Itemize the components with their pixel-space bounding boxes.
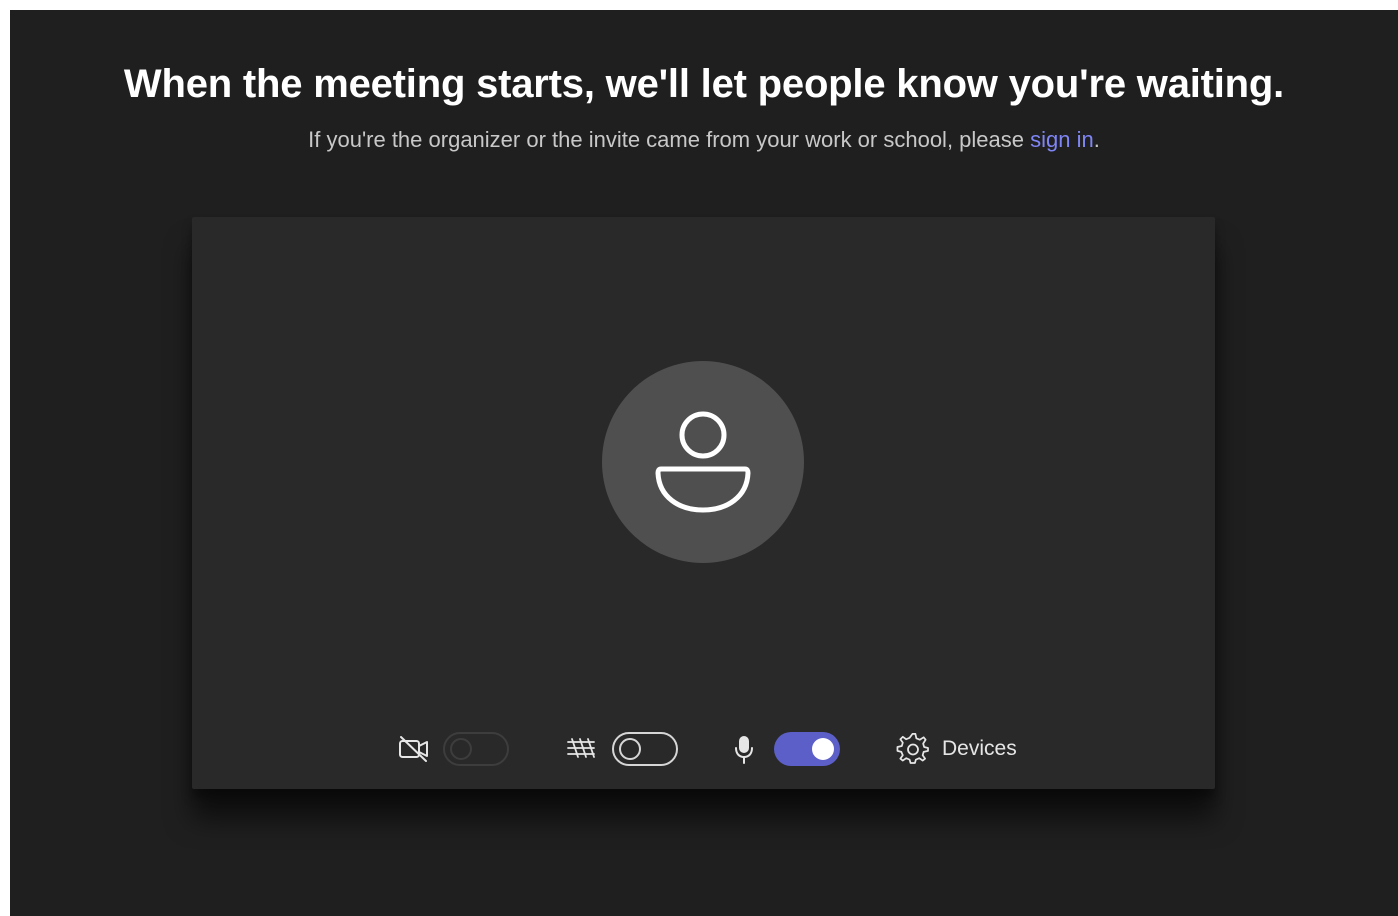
subtitle-period: . (1093, 127, 1100, 152)
microphone-toggle[interactable] (774, 732, 840, 766)
subtitle-text: If you're the organizer or the invite ca… (308, 127, 1031, 152)
background-effects-toggle[interactable] (612, 732, 678, 766)
microphone-toggle-knob (812, 738, 834, 760)
avatar (602, 361, 804, 563)
microphone-control (732, 730, 840, 768)
video-preview-card: Devices (192, 217, 1215, 789)
background-effects-toggle-knob (619, 738, 641, 760)
camera-toggle-knob (450, 738, 472, 760)
camera-toggle[interactable] (443, 732, 509, 766)
devices-button[interactable]: Devices (896, 730, 1017, 768)
gear-icon (896, 732, 930, 766)
background-effects-control (564, 730, 678, 768)
page-title: When the meeting starts, we'll let peopl… (123, 62, 1285, 106)
background-effects-icon[interactable] (564, 734, 598, 764)
camera-control (397, 730, 509, 768)
microphone-icon (732, 733, 756, 765)
page-subtitle: If you're the organizer or the invite ca… (10, 127, 1398, 153)
camera-off-icon (397, 734, 431, 764)
pre-join-screen: When the meeting starts, we'll let peopl… (10, 10, 1398, 916)
devices-label: Devices (942, 737, 1017, 760)
sign-in-link[interactable]: sign in (1030, 127, 1094, 152)
device-controls: Devices (192, 730, 1215, 768)
